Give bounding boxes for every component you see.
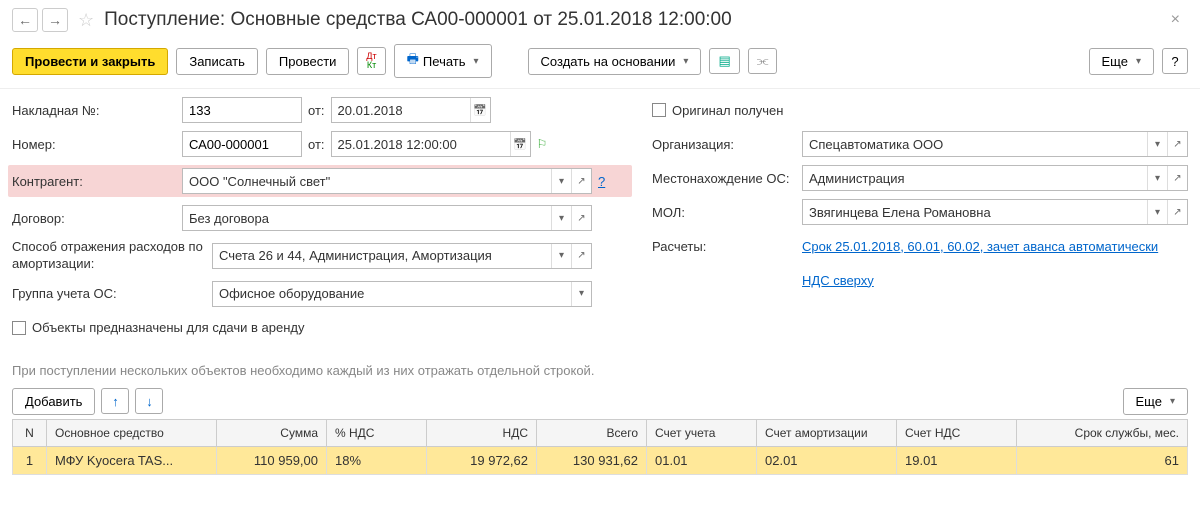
invoice-number-input[interactable] [182, 97, 302, 123]
rent-checkbox-label: Объекты предназначены для сдачи в аренду [32, 320, 304, 335]
move-down-button[interactable]: ↓ [135, 388, 163, 414]
hint-text: При поступлении нескольких объектов необ… [0, 357, 1200, 384]
col-asset[interactable]: Основное средство [47, 419, 217, 446]
invoice-label: Накладная №: [12, 103, 182, 118]
counterparty-input[interactable]: ООО "Солнечный свет" ▾ ↗ [182, 168, 592, 194]
mol-input[interactable]: Звягинцева Елена Романовна ▾ ↗ [802, 199, 1188, 225]
col-depracct[interactable]: Счет амортизации [757, 419, 897, 446]
post-button[interactable]: Провести [266, 48, 350, 75]
open-icon[interactable]: ↗ [1167, 166, 1187, 190]
open-icon[interactable]: ↗ [571, 169, 591, 193]
open-icon[interactable]: ↗ [571, 206, 591, 230]
document-icon-button[interactable]: ▤ [709, 48, 739, 74]
org-label: Организация: [652, 137, 802, 152]
col-sum[interactable]: Сумма [217, 419, 327, 446]
open-icon[interactable]: ↗ [571, 244, 591, 268]
table-row[interactable]: 1 МФУ Kyocera TAS... 110 959,00 18% 19 9… [13, 446, 1188, 474]
status-flag-icon[interactable]: ⚐ [537, 137, 548, 151]
col-vat[interactable]: НДС [427, 419, 537, 446]
calc-label: Расчеты: [652, 239, 802, 254]
move-up-button[interactable]: ↑ [101, 388, 129, 414]
page-title: Поступление: Основные средства СА00-0000… [104, 9, 1159, 31]
attachment-button[interactable]: ⫘ [748, 48, 778, 74]
mol-label: МОЛ: [652, 205, 802, 220]
more-button[interactable]: Еще [1089, 48, 1154, 75]
depr-method-input[interactable]: Счета 26 и 44, Администрация, Амортизаци… [212, 243, 592, 269]
contract-input[interactable]: Без договора ▾ ↗ [182, 205, 592, 231]
col-vatacct[interactable]: Счет НДС [897, 419, 1017, 446]
location-input[interactable]: Администрация ▾ ↗ [802, 165, 1188, 191]
dropdown-icon[interactable]: ▾ [571, 282, 591, 306]
dropdown-icon[interactable]: ▾ [551, 206, 571, 230]
nav-forward-button[interactable]: → [42, 8, 68, 32]
col-n[interactable]: N [13, 419, 47, 446]
open-icon[interactable]: ↗ [1167, 132, 1187, 156]
print-button[interactable]: 🖶Печать [394, 44, 492, 78]
rent-checkbox[interactable] [12, 321, 26, 335]
col-life[interactable]: Срок службы, мес. [1017, 419, 1188, 446]
add-row-button[interactable]: Добавить [12, 388, 95, 415]
dropdown-icon[interactable]: ▾ [551, 244, 571, 268]
help-button[interactable]: ? [1162, 48, 1188, 74]
doc-number-input[interactable] [182, 131, 302, 157]
original-received-checkbox[interactable] [652, 103, 666, 117]
dtkt-button[interactable]: ДтКт [357, 47, 385, 75]
dropdown-icon[interactable]: ▾ [1147, 132, 1167, 156]
original-received-label: Оригинал получен [672, 103, 783, 118]
open-icon[interactable]: ↗ [1167, 200, 1187, 224]
contract-label: Договор: [12, 211, 182, 226]
post-and-close-button[interactable]: Провести и закрыть [12, 48, 168, 75]
printer-icon: 🖶 [407, 50, 419, 72]
counterparty-help-link[interactable]: ? [598, 174, 605, 189]
counterparty-label: Контрагент: [12, 174, 182, 189]
asset-group-label: Группа учета ОС: [12, 286, 212, 301]
table-more-button[interactable]: Еще [1123, 388, 1188, 415]
col-vatpct[interactable]: % НДС [327, 419, 427, 446]
create-based-button[interactable]: Создать на основании [528, 48, 702, 75]
favorite-star-icon[interactable]: ☆ [78, 10, 94, 31]
vat-link[interactable]: НДС сверху [802, 273, 874, 288]
dropdown-icon[interactable]: ▾ [551, 169, 571, 193]
col-total[interactable]: Всего [537, 419, 647, 446]
dropdown-icon[interactable]: ▾ [1147, 166, 1167, 190]
paperclip-icon: ⫘ [757, 53, 769, 69]
calc-settings-link[interactable]: Срок 25.01.2018, 60.01, 60.02, зачет ава… [802, 239, 1158, 254]
invoice-date-input[interactable]: 20.01.2018 [331, 97, 491, 123]
col-acct[interactable]: Счет учета [647, 419, 757, 446]
from-label-2: от: [308, 137, 325, 152]
org-input[interactable]: Спецавтоматика ООО ▾ ↗ [802, 131, 1188, 157]
calendar-icon[interactable] [510, 132, 530, 156]
depr-method-label: Способ отражения расходов по амортизации… [12, 239, 212, 273]
location-label: Местонахождение ОС: [652, 171, 802, 186]
document-icon: ▤ [718, 53, 730, 69]
from-label-1: от: [308, 103, 325, 118]
dropdown-icon[interactable]: ▾ [1147, 200, 1167, 224]
close-icon[interactable]: × [1163, 11, 1188, 29]
write-button[interactable]: Записать [176, 48, 258, 75]
doc-date-input[interactable]: 25.01.2018 12:00:00 [331, 131, 531, 157]
nav-back-button[interactable]: ← [12, 8, 38, 32]
number-label: Номер: [12, 137, 182, 152]
calendar-icon[interactable] [470, 98, 490, 122]
asset-group-input[interactable]: Офисное оборудование ▾ [212, 281, 592, 307]
assets-table: N Основное средство Сумма % НДС НДС Всег… [12, 419, 1188, 475]
